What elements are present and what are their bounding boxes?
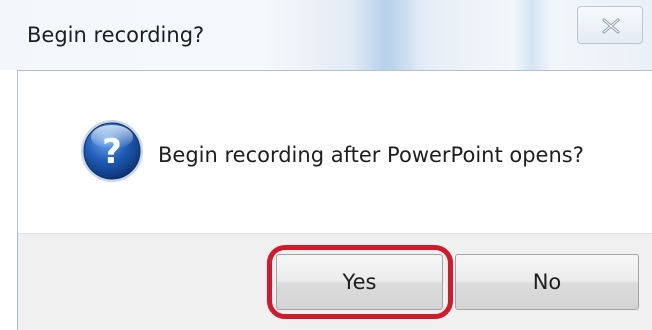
dialog-window: Begin recording? ? Begin recording after… — [0, 0, 652, 330]
glass-reflection — [512, 0, 552, 70]
svg-text:?: ? — [102, 132, 122, 172]
question-icon: ? — [81, 120, 143, 182]
dialog-title: Begin recording? — [27, 23, 205, 47]
no-button[interactable]: No — [455, 254, 639, 310]
dialog-message: Begin recording after PowerPoint opens? — [158, 143, 584, 167]
close-button[interactable] — [577, 6, 643, 44]
dialog-body: ? Begin recording after PowerPoint opens… — [17, 70, 652, 330]
close-icon — [602, 18, 620, 34]
glass-reflection — [352, 0, 418, 70]
button-bar: Yes No — [18, 233, 652, 330]
yes-button[interactable]: Yes — [276, 254, 443, 310]
title-bar[interactable]: Begin recording? — [0, 0, 652, 70]
